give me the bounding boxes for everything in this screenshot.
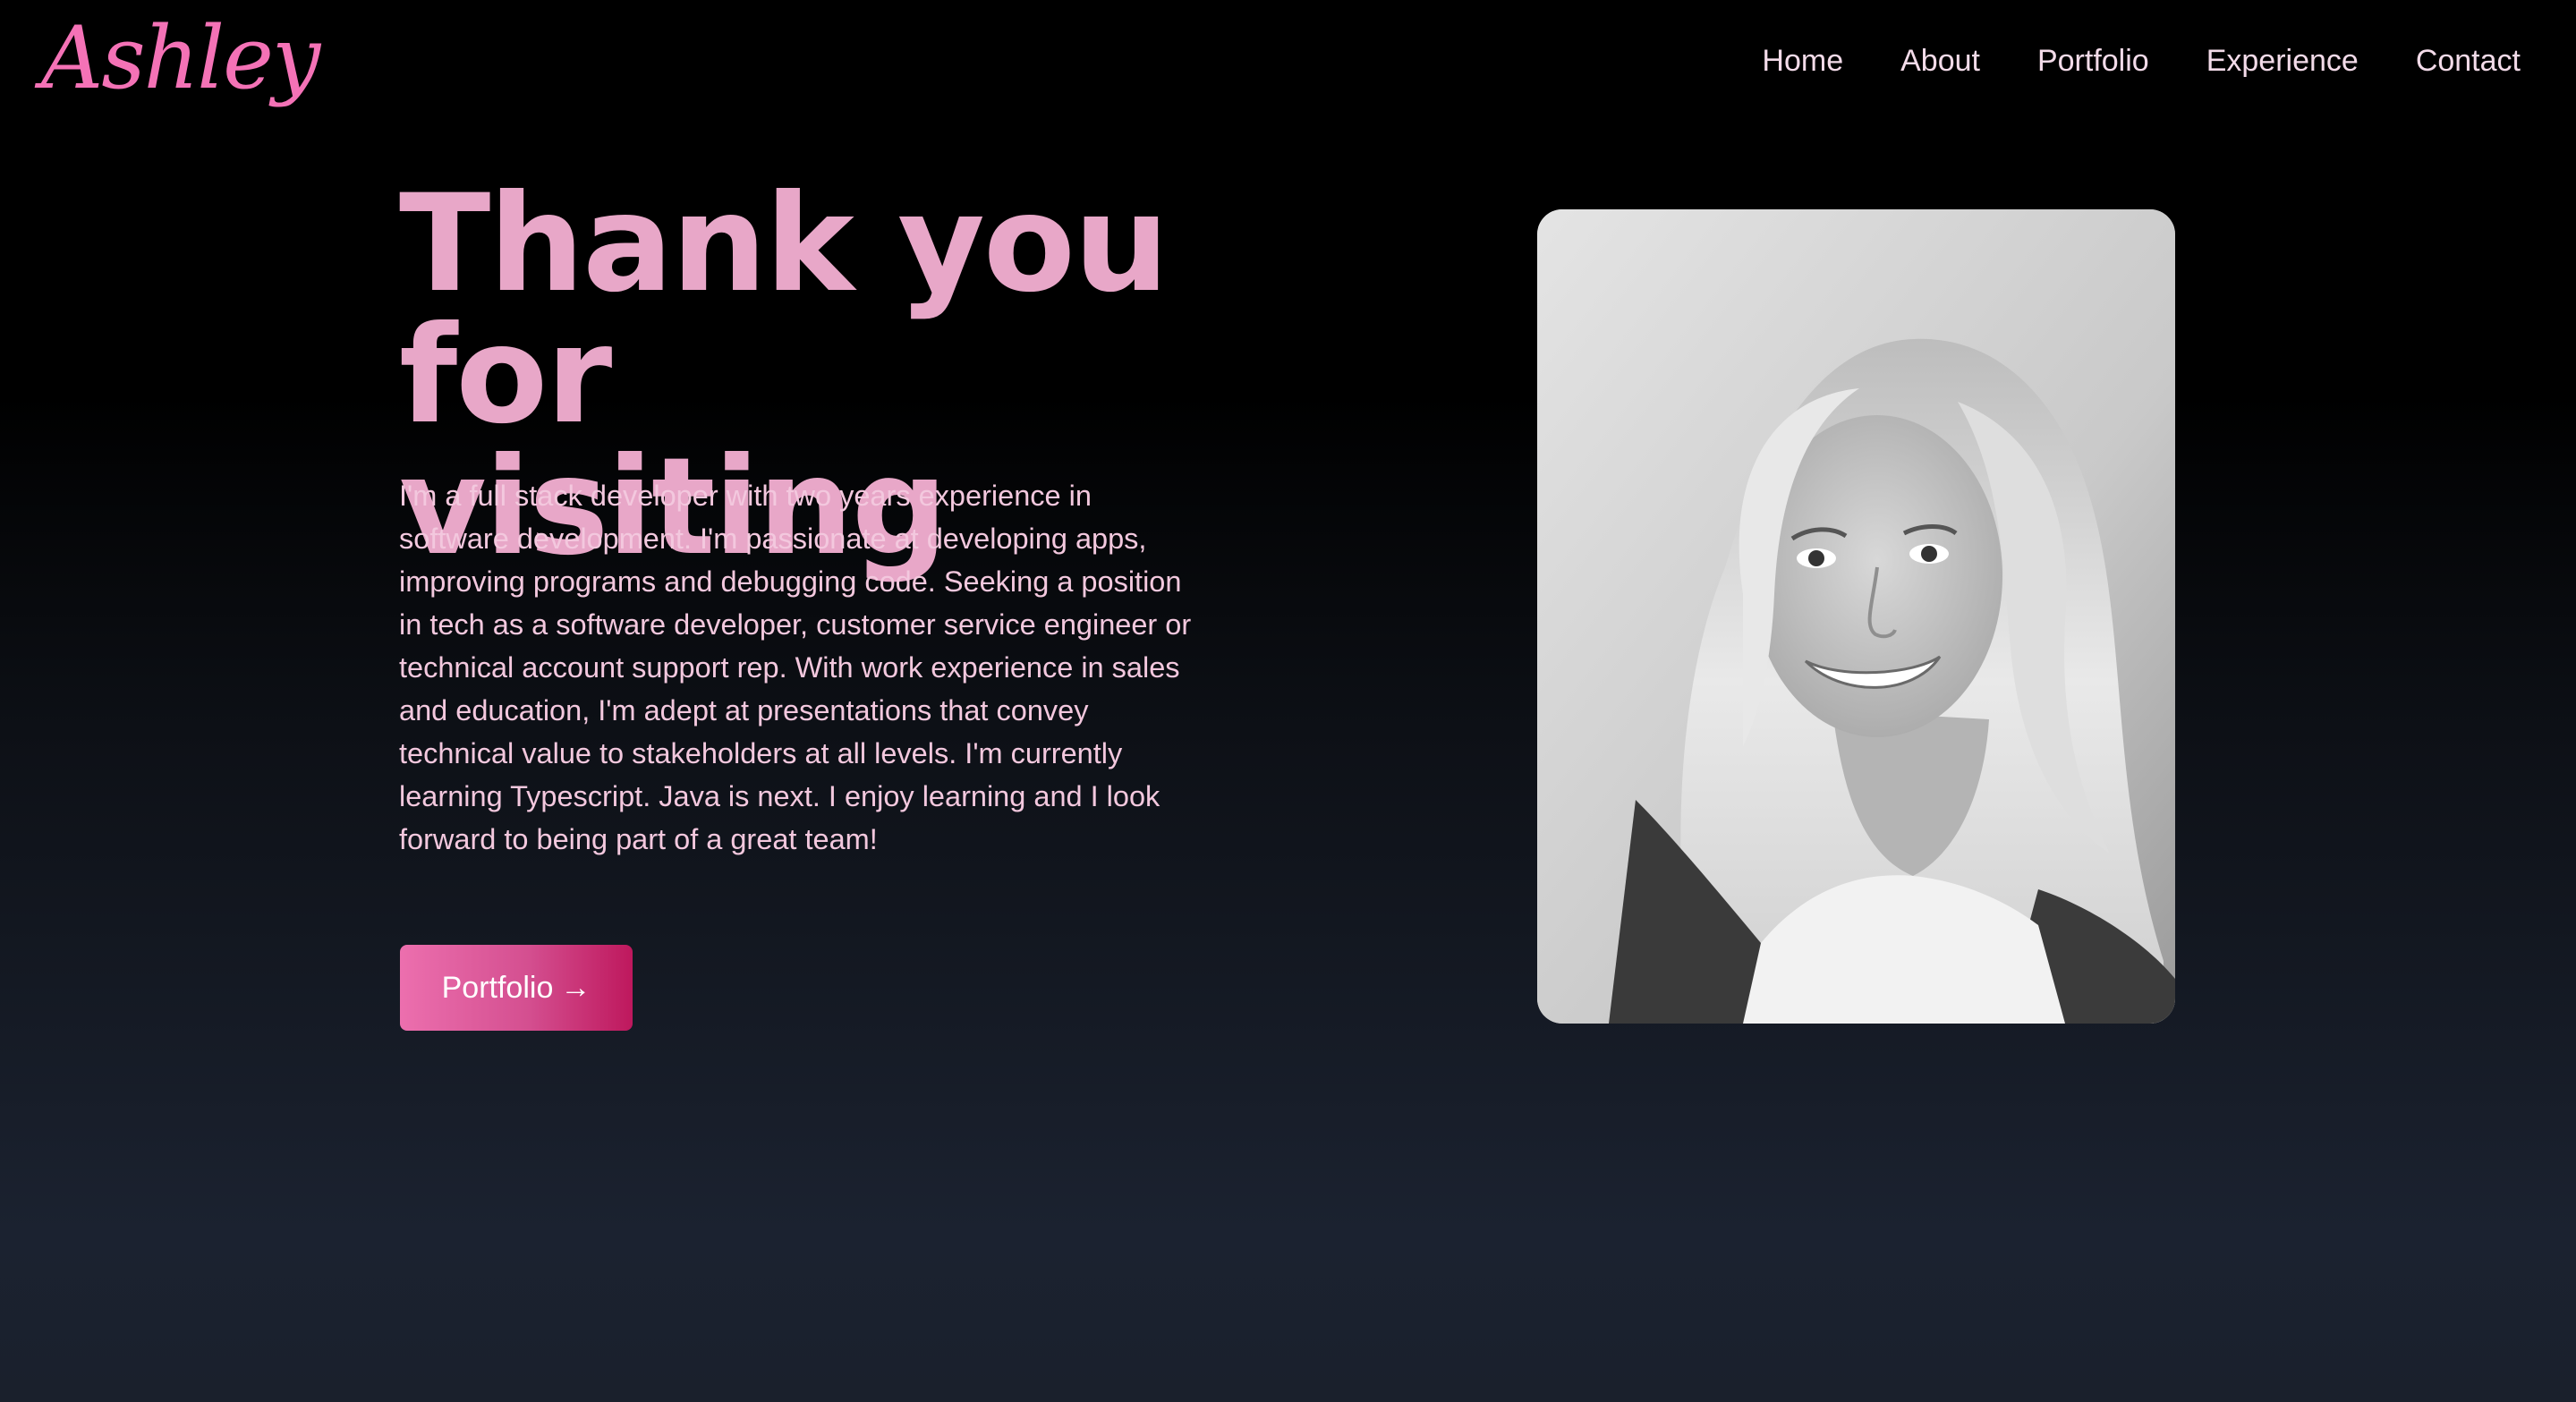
nav-portfolio[interactable]: Portfolio: [2037, 44, 2149, 78]
portfolio-button-label: Portfolio: [441, 970, 554, 1005]
hero-bio: I'm a full stack developer with two year…: [399, 480, 1192, 855]
nav-contact[interactable]: Contact: [2416, 44, 2521, 78]
arrow-right-icon: →: [560, 970, 591, 1005]
portfolio-button[interactable]: Portfolio →: [400, 945, 633, 1031]
nav-about[interactable]: About: [1900, 44, 1980, 78]
portrait-image: [1537, 209, 2175, 1024]
main-nav: Home About Portfolio Experience Contact: [1762, 44, 2521, 78]
profile-photo: [1537, 209, 2175, 1024]
logo[interactable]: Ashley: [41, 7, 320, 110]
nav-experience[interactable]: Experience: [2206, 44, 2359, 78]
hero-headline-line1: Thank you for: [399, 166, 1169, 454]
nav-home[interactable]: Home: [1762, 44, 1843, 78]
